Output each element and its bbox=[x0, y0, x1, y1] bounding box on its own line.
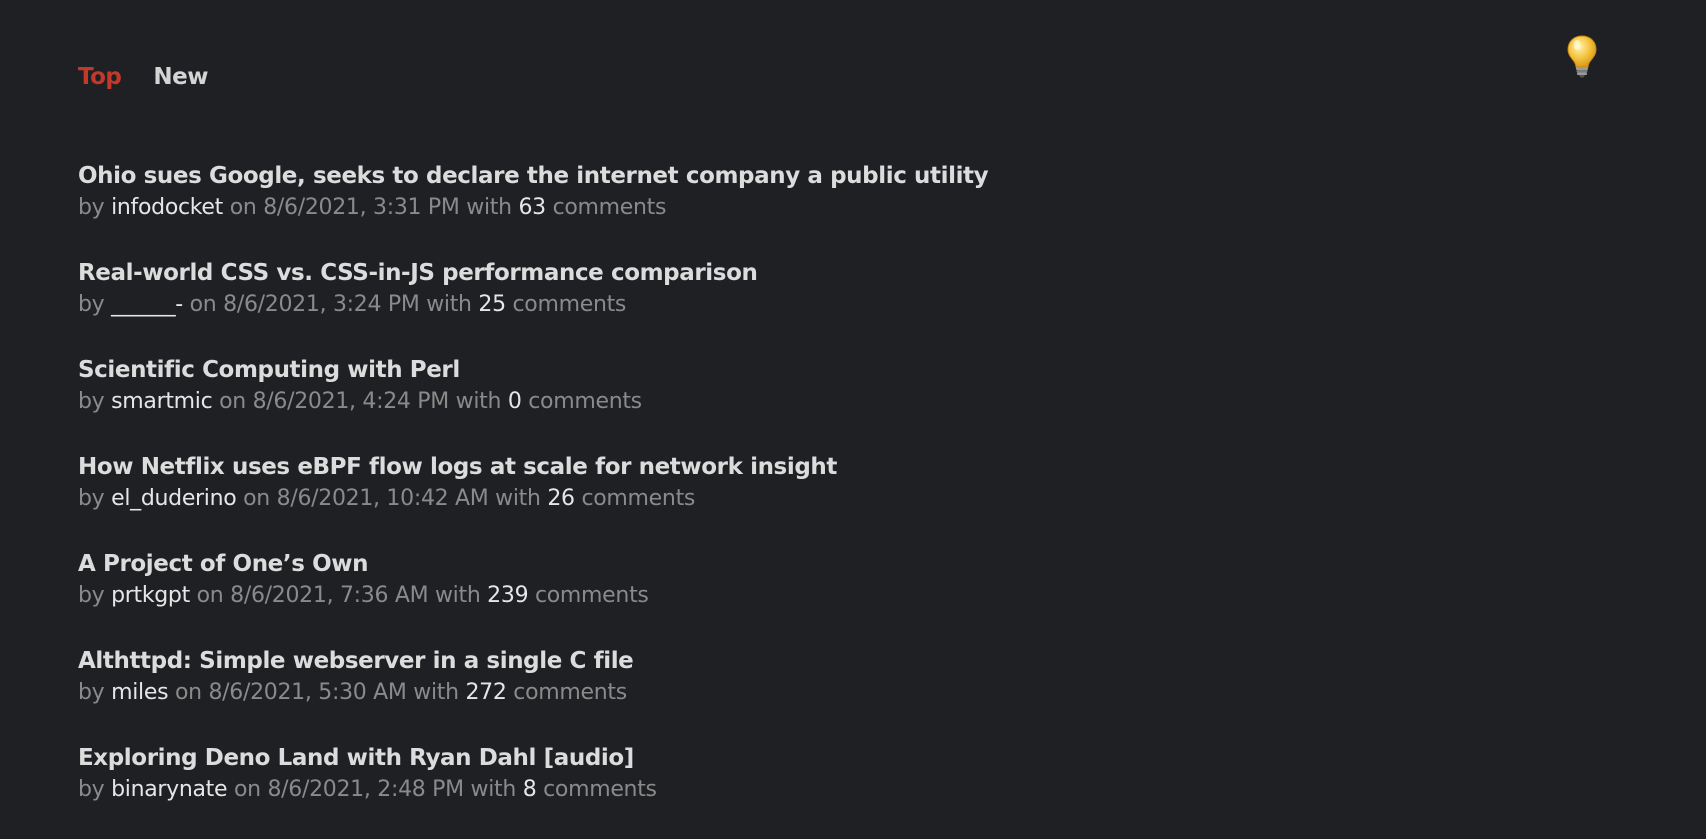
with-label: with bbox=[470, 777, 517, 802]
story-title-link[interactable]: Ohio sues Google, seeks to declare the i… bbox=[78, 160, 1378, 192]
story-date: 8/6/2021, 10:42 AM bbox=[276, 486, 489, 511]
on-label: on bbox=[229, 195, 257, 220]
with-label: with bbox=[434, 583, 481, 608]
with-label: with bbox=[426, 292, 472, 317]
with-label: with bbox=[413, 680, 459, 705]
story-meta: by smartmic on 8/6/2021, 4:24 PM with 0 … bbox=[78, 386, 1378, 418]
on-label: on bbox=[219, 389, 246, 414]
story-meta: by el_duderino on 8/6/2021, 10:42 AM wit… bbox=[78, 483, 1378, 515]
comment-count[interactable]: 25 bbox=[478, 292, 506, 317]
story-title-link[interactable]: Real-world CSS vs. CSS-in-JS performance… bbox=[78, 257, 1378, 289]
comments-label: comments bbox=[581, 486, 696, 511]
story-date: 8/6/2021, 3:31 PM bbox=[263, 195, 460, 220]
with-label: with bbox=[466, 195, 512, 220]
comments-label: comments bbox=[512, 292, 627, 317]
story-author-link[interactable]: ______- bbox=[111, 292, 183, 317]
story-date: 8/6/2021, 5:30 AM bbox=[208, 680, 407, 705]
story-meta: by prtkgpt on 8/6/2021, 7:36 AM with 239… bbox=[78, 580, 1378, 612]
tab-new[interactable]: New bbox=[153, 64, 208, 90]
theme-toggle-button[interactable] bbox=[1565, 34, 1599, 78]
by-label: by bbox=[78, 777, 105, 802]
by-label: by bbox=[78, 583, 105, 608]
story-date: 8/6/2021, 4:24 PM bbox=[252, 389, 450, 414]
by-label: by bbox=[78, 389, 105, 414]
story-title-link[interactable]: Scientific Computing with Perl bbox=[78, 354, 1378, 386]
on-label: on bbox=[243, 486, 270, 511]
story-date: 8/6/2021, 3:24 PM bbox=[223, 292, 420, 317]
comments-label: comments bbox=[528, 389, 642, 414]
comments-label: comments bbox=[543, 777, 657, 802]
story-author-link[interactable]: smartmic bbox=[111, 389, 213, 414]
comment-count[interactable]: 0 bbox=[508, 389, 522, 414]
story-author-link[interactable]: infodocket bbox=[111, 195, 223, 220]
story-list: Ohio sues Google, seeks to declare the i… bbox=[78, 160, 1378, 839]
story-item: Althttpd: Simple webserver in a single C… bbox=[78, 645, 1378, 742]
on-label: on bbox=[233, 777, 261, 802]
story-item: Ohio sues Google, seeks to declare the i… bbox=[78, 160, 1378, 257]
comment-count[interactable]: 8 bbox=[523, 777, 537, 802]
story-meta: by ______- on 8/6/2021, 3:24 PM with 25 … bbox=[78, 289, 1378, 321]
story-title-link[interactable]: Althttpd: Simple webserver in a single C… bbox=[78, 645, 1378, 677]
by-label: by bbox=[78, 680, 105, 705]
story-title-link[interactable]: A Project of One’s Own bbox=[78, 548, 1378, 580]
story-date: 8/6/2021, 7:36 AM bbox=[230, 583, 429, 608]
lightbulb-icon bbox=[1567, 35, 1597, 78]
story-author-link[interactable]: el_duderino bbox=[111, 486, 237, 511]
story-meta: by binarynate on 8/6/2021, 2:48 PM with … bbox=[78, 774, 1378, 806]
story-author-link[interactable]: miles bbox=[111, 680, 168, 705]
story-item: Exploring Deno Land with Ryan Dahl [audi… bbox=[78, 742, 1378, 839]
comments-label: comments bbox=[534, 583, 649, 608]
comment-count[interactable]: 26 bbox=[547, 486, 575, 511]
feed-tabs: Top New bbox=[78, 64, 209, 90]
tab-top[interactable]: Top bbox=[78, 64, 122, 90]
story-item: A Project of One’s Own by prtkgpt on 8/6/… bbox=[78, 548, 1378, 645]
by-label: by bbox=[78, 195, 105, 220]
story-item: How Netflix uses eBPF flow logs at scale… bbox=[78, 451, 1378, 548]
story-item: Real-world CSS vs. CSS-in-JS performance… bbox=[78, 257, 1378, 354]
on-label: on bbox=[189, 292, 217, 317]
comment-count[interactable]: 272 bbox=[465, 680, 506, 705]
story-item: Scientific Computing with Perl by smartmi… bbox=[78, 354, 1378, 451]
story-title-link[interactable]: Exploring Deno Land with Ryan Dahl [audi… bbox=[78, 742, 1378, 774]
story-title-link[interactable]: How Netflix uses eBPF flow logs at scale… bbox=[78, 451, 1378, 483]
story-author-link[interactable]: binarynate bbox=[111, 777, 227, 802]
on-label: on bbox=[174, 680, 202, 705]
story-date: 8/6/2021, 2:48 PM bbox=[267, 777, 464, 802]
by-label: by bbox=[78, 486, 105, 511]
comments-label: comments bbox=[552, 195, 667, 220]
comment-count[interactable]: 239 bbox=[487, 583, 528, 608]
comments-label: comments bbox=[513, 680, 627, 705]
with-label: with bbox=[495, 486, 541, 511]
story-meta: by miles on 8/6/2021, 5:30 AM with 272 c… bbox=[78, 677, 1378, 709]
with-label: with bbox=[455, 389, 502, 414]
by-label: by bbox=[78, 292, 105, 317]
on-label: on bbox=[196, 583, 224, 608]
story-meta: by infodocket on 8/6/2021, 3:31 PM with … bbox=[78, 192, 1378, 224]
comment-count[interactable]: 63 bbox=[518, 195, 546, 220]
story-author-link[interactable]: prtkgpt bbox=[111, 583, 190, 608]
